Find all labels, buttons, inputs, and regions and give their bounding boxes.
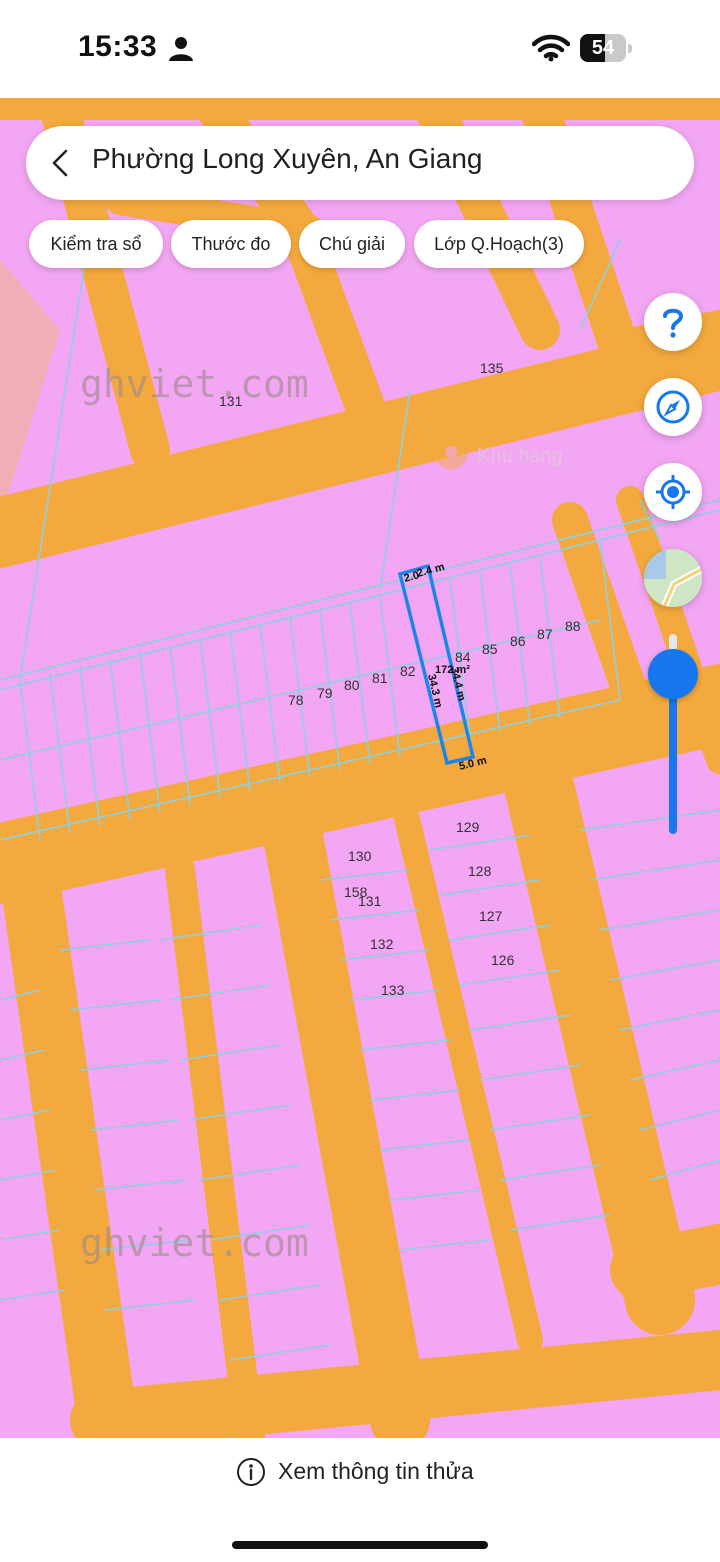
- lot-label: 78: [288, 692, 304, 708]
- back-chevron-icon[interactable]: [48, 148, 72, 178]
- lot-label: 135: [480, 360, 504, 376]
- lot-label: 129: [456, 819, 480, 835]
- view-parcel-info-button[interactable]: Xem thông tin thửa: [278, 1458, 474, 1485]
- map-labels: ghviet.com ghviet.com Khu hang 78 79 80 …: [80, 360, 581, 1265]
- lot-label: 82: [400, 663, 416, 679]
- compass-button[interactable]: [644, 378, 702, 436]
- chip-planning-layers[interactable]: Lớp Q.Hoạch(3): [414, 220, 584, 268]
- question-icon: [663, 308, 684, 338]
- poi-label: Khu hang: [477, 445, 563, 467]
- lot-label: 131: [358, 893, 382, 909]
- info-icon: [237, 1458, 265, 1486]
- compass-icon: [656, 390, 690, 424]
- lot-label: 128: [468, 863, 492, 879]
- location-title: Phường Long Xuyên, An Giang: [92, 143, 483, 174]
- person-icon: [169, 37, 193, 61]
- chip-legend[interactable]: Chú giải: [299, 220, 405, 268]
- lot-label: 87: [537, 626, 553, 642]
- locate-icon: [656, 475, 690, 509]
- battery-indicator: 54: [580, 34, 632, 62]
- lot-label: 133: [381, 982, 405, 998]
- home-indicator: [232, 1541, 488, 1549]
- watermark-bottom: ghviet.com: [80, 1221, 309, 1265]
- lot-label: 84: [455, 649, 471, 665]
- help-button[interactable]: [644, 293, 702, 351]
- lot-label: 126: [491, 952, 515, 968]
- dimension-left: 34.3 m: [425, 673, 444, 709]
- clock: 15:33: [78, 30, 158, 63]
- lot-label: 81: [372, 670, 388, 686]
- chip-ruler[interactable]: Thước đo: [171, 220, 291, 268]
- lot-label: 132: [370, 936, 394, 952]
- lot-label: 85: [482, 641, 498, 657]
- my-location-button[interactable]: [644, 463, 702, 521]
- map-thumbnail-icon: [644, 549, 702, 607]
- wifi-icon: [532, 34, 570, 62]
- lot-label: 131: [219, 393, 243, 409]
- lot-label: 80: [344, 677, 360, 693]
- lot-label: 127: [479, 908, 503, 924]
- chip-check-certificate[interactable]: Kiểm tra sổ: [29, 220, 163, 268]
- lot-label: 86: [510, 633, 526, 649]
- zoom-slider-handle[interactable]: [648, 649, 698, 699]
- lot-label: 130: [348, 848, 372, 864]
- watermark-top: ghviet.com: [80, 362, 309, 406]
- lot-label: 79: [317, 685, 333, 701]
- dimension-top: 2.4 m: [416, 561, 446, 580]
- lot-label: 88: [565, 618, 581, 634]
- dimension-bottom: 5.0 m: [458, 754, 488, 773]
- map-canvas[interactable]: ghviet.com ghviet.com Khu hang 78 79 80 …: [0, 98, 720, 1438]
- battery-percent: 54: [591, 37, 615, 59]
- map-layer-button[interactable]: [644, 549, 702, 607]
- status-bar: 15:33 54: [0, 0, 720, 98]
